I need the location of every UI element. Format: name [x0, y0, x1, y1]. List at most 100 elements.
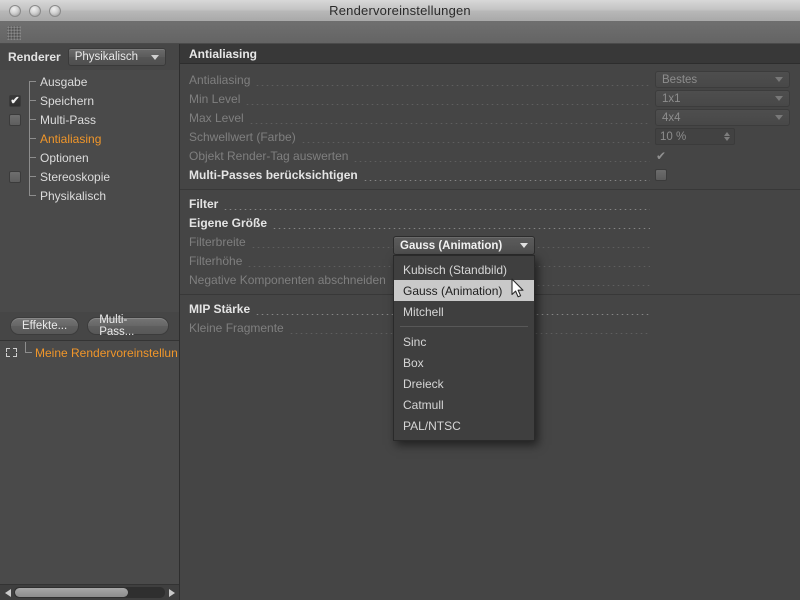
checkbox-multi-pass[interactable] [9, 114, 21, 126]
menu-item-dreieck[interactable]: Dreieck [394, 373, 534, 394]
renderer-dropdown-value: Physikalisch [75, 51, 143, 63]
antialiasing-dropdown-value: Bestes [662, 74, 775, 86]
field-cell [655, 169, 790, 181]
row-label: Schwellwert (Farbe) [189, 130, 296, 144]
dot-leader [363, 169, 650, 181]
field-cell: ✔ [655, 150, 790, 162]
sidebar-item-label: Stereoskopie [40, 170, 110, 184]
sidebar-item-label: Physikalisch [40, 189, 106, 203]
sidebar-item-label: Antialiasing [40, 132, 101, 146]
sidebar-item-label: Speichern [40, 94, 94, 108]
menu-item-kubisch-standbild[interactable]: Kubisch (Standbild) [394, 259, 534, 280]
multi-passes-checkbox[interactable] [655, 169, 667, 181]
row-eigene-groesse: Eigene Größe [180, 213, 800, 232]
field-cell: 10 % [655, 128, 790, 145]
scrollbar-track[interactable] [14, 587, 165, 598]
sidebar-item-ausgabe[interactable]: Ausgabe [0, 72, 179, 91]
window-title: Rendervoreinstellungen [0, 0, 800, 22]
window-titlebar: Rendervoreinstellungen [0, 0, 800, 22]
row-max-level: Max Level 4x4 [180, 108, 800, 127]
section-header-antialiasing: Antialiasing [180, 44, 800, 64]
sidebar-item-stereoskopie[interactable]: Stereoskopie [0, 167, 179, 186]
menu-item-box[interactable]: Box [394, 352, 534, 373]
multipass-button[interactable]: Multi-Pass... [87, 317, 169, 335]
sidebar-item-optionen[interactable]: Optionen [0, 148, 179, 167]
checkbox-cell [4, 76, 26, 88]
sidebar-item-multi-pass[interactable]: Multi-Pass [0, 110, 179, 129]
row-label: Min Level [189, 92, 240, 106]
tree-connector [21, 344, 35, 361]
renderer-row: Renderer Physikalisch [0, 44, 179, 70]
effects-button[interactable]: Effekte... [10, 317, 79, 335]
chevron-down-icon [775, 96, 783, 101]
render-settings-window: Rendervoreinstellungen Renderer Physikal… [0, 0, 800, 600]
menu-item-pal-ntsc[interactable]: PAL/NTSC [394, 415, 534, 436]
row-label: Eigene Größe [189, 216, 267, 230]
toolbar [0, 22, 800, 44]
checkbox-speichern[interactable]: ✔ [9, 95, 21, 107]
row-antialiasing: Antialiasing Bestes [180, 70, 800, 89]
checkbox-cell [4, 133, 26, 145]
dot-leader [255, 74, 650, 86]
filter-dropdown-menu[interactable]: Kubisch (Standbild) Gauss (Animation) Mi… [393, 255, 535, 441]
window-body: Renderer Physikalisch Ausgabe ✔ Speicher… [0, 44, 800, 600]
row-schwellwert: Schwellwert (Farbe) 10 % [180, 127, 800, 146]
chevron-down-icon [775, 115, 783, 120]
preset-list: Meine Rendervoreinstellun [0, 340, 179, 584]
schwellwert-value: 10 % [660, 131, 724, 143]
dot-leader [353, 150, 650, 162]
row-label: Objekt Render-Tag auswerten [189, 149, 348, 163]
scroll-right-arrow[interactable] [165, 586, 178, 599]
sidebar-item-label: Ausgabe [40, 75, 87, 89]
dot-leader [223, 198, 650, 210]
max-level-dropdown[interactable]: 4x4 [655, 109, 790, 126]
horizontal-scrollbar[interactable] [0, 584, 179, 600]
preset-label: Meine Rendervoreinstellun [35, 346, 178, 360]
filter-dropdown[interactable]: Gauss (Animation) [393, 236, 535, 255]
field-cell: 1x1 [655, 90, 790, 107]
objekt-render-tag-checkbox[interactable]: ✔ [655, 150, 666, 162]
row-label: Negative Komponenten abschneiden [189, 273, 386, 287]
section-divider [180, 189, 800, 190]
list-item[interactable]: Meine Rendervoreinstellun [0, 344, 179, 361]
row-label: Kleine Fragmente [189, 321, 284, 335]
menu-item-gauss-animation[interactable]: Gauss (Animation) [394, 280, 534, 301]
menu-item-catmull[interactable]: Catmull [394, 394, 534, 415]
renderer-dropdown[interactable]: Physikalisch [68, 48, 166, 66]
checkbox-cell [4, 114, 26, 126]
scrollbar-thumb[interactable] [15, 588, 128, 597]
menu-item-mitchell[interactable]: Mitchell [394, 301, 534, 322]
sidebar-item-speichern[interactable]: ✔ Speichern [0, 91, 179, 110]
min-level-dropdown-value: 1x1 [662, 93, 775, 105]
row-multi-passes: Multi-Passes berücksichtigen [180, 165, 800, 184]
menu-item-sinc[interactable]: Sinc [394, 331, 534, 352]
row-label: Antialiasing [189, 73, 250, 87]
tree-connector [26, 186, 40, 205]
dot-leader [245, 93, 650, 105]
schwellwert-input[interactable]: 10 % [655, 128, 735, 145]
row-label: Max Level [189, 111, 244, 125]
scroll-left-arrow[interactable] [1, 586, 14, 599]
dot-leader [301, 131, 650, 143]
sidebar-button-row: Effekte... Multi-Pass... [0, 312, 179, 340]
antialiasing-dropdown[interactable]: Bestes [655, 71, 790, 88]
drag-grip-icon[interactable] [7, 26, 21, 40]
row-filter: Filter [180, 194, 800, 213]
max-level-dropdown-value: 4x4 [662, 112, 775, 124]
renderer-label: Renderer [8, 50, 61, 64]
chevron-down-icon [520, 243, 528, 248]
field-cell: 4x4 [655, 109, 790, 126]
row-label: MIP Stärke [189, 302, 250, 316]
sidebar-item-physikalisch[interactable]: Physikalisch [0, 186, 179, 205]
checkbox-cell [4, 171, 26, 183]
dot-leader [272, 217, 650, 229]
chevron-down-icon [775, 77, 783, 82]
stepper-icon[interactable] [724, 132, 730, 141]
checkbox-cell [4, 190, 26, 202]
field-cell: Bestes [655, 71, 790, 88]
min-level-dropdown[interactable]: 1x1 [655, 90, 790, 107]
sidebar-item-antialiasing[interactable]: Antialiasing [0, 129, 179, 148]
row-label: Multi-Passes berücksichtigen [189, 168, 358, 182]
checkbox-stereoskopie[interactable] [9, 171, 21, 183]
row-min-level: Min Level 1x1 [180, 89, 800, 108]
